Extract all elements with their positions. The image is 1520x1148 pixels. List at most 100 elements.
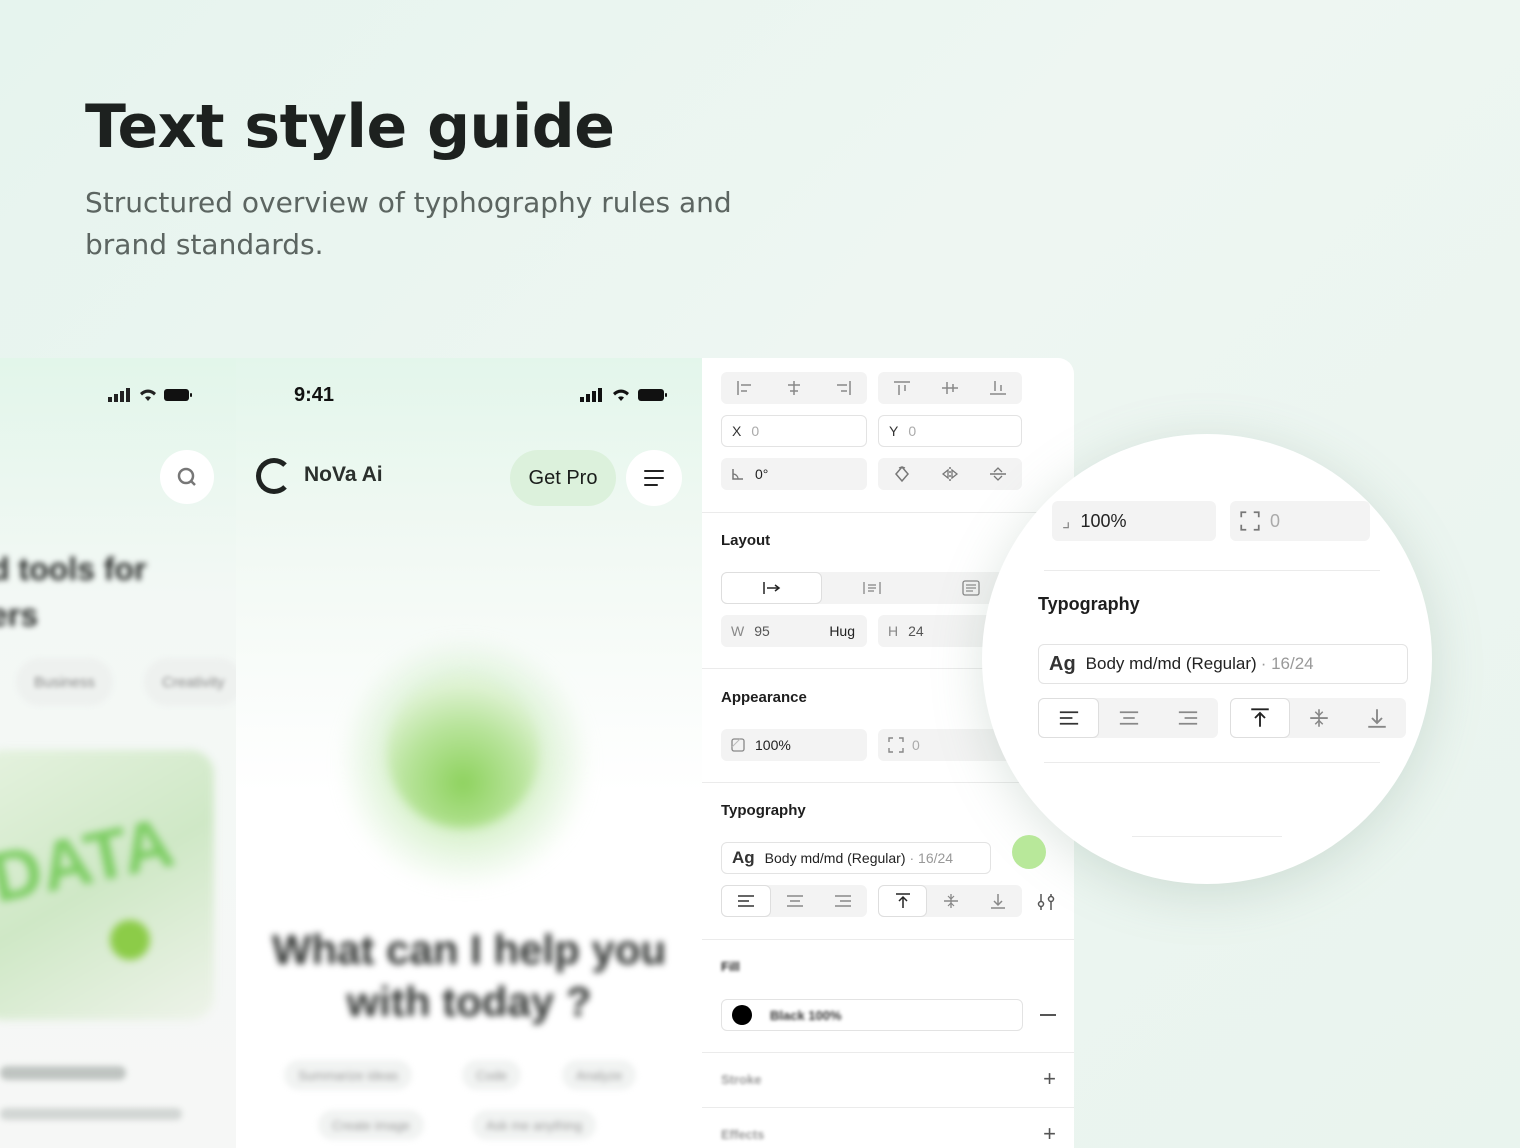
text-align-left-icon[interactable] <box>1038 698 1100 738</box>
suggestion-chip[interactable]: Create image <box>318 1110 425 1140</box>
width-field[interactable]: W 95 Hug <box>721 615 867 647</box>
lens-opacity-value: 100% <box>1080 510 1127 531</box>
text-align-left-icon[interactable] <box>721 885 771 917</box>
menu-icon-bar <box>644 477 664 479</box>
lens-typography-title: Typography <box>1038 594 1140 614</box>
x-label: X <box>732 423 742 439</box>
ai-orb[interactable] <box>388 678 538 828</box>
placeholder-line <box>0 1108 182 1120</box>
divider <box>1044 762 1380 763</box>
x-position-field[interactable]: X 0 <box>721 415 867 447</box>
text-align-group <box>721 885 867 917</box>
left-heading-line2: ers <box>0 597 39 633</box>
vertical-align-group <box>878 372 1022 404</box>
typography-title: Typography <box>721 802 806 819</box>
remove-fill-icon[interactable] <box>1040 1014 1056 1016</box>
lens-text-style-name: Body md/md (Regular) <box>1085 654 1257 673</box>
get-pro-button[interactable]: Get Pro <box>510 450 616 506</box>
fill-field[interactable]: Black 100% <box>721 999 1023 1031</box>
question-line1: What can I help you <box>271 926 667 973</box>
chip-creativity[interactable]: Creativity <box>144 658 236 706</box>
lens-opacity-icon: ⌟ <box>1062 510 1071 531</box>
align-center-h-icon[interactable] <box>770 372 819 404</box>
align-left-icon[interactable] <box>721 372 770 404</box>
layout-horizontal-icon[interactable] <box>721 572 823 604</box>
signal-icon <box>580 388 602 402</box>
suggestion-chip[interactable]: Summarize ideas <box>284 1060 413 1090</box>
height-value: 24 <box>908 623 924 639</box>
search-button[interactable] <box>160 450 214 504</box>
text-align-bottom-icon[interactable] <box>1348 698 1406 738</box>
text-align-center-icon[interactable] <box>1099 698 1158 738</box>
text-settings-icon[interactable] <box>1036 892 1056 917</box>
text-style-meta: · 16/24 <box>909 850 954 866</box>
menu-button[interactable] <box>626 450 682 506</box>
card-ball <box>110 920 150 960</box>
add-stroke-icon[interactable]: + <box>1043 1066 1056 1092</box>
width-value: 95 <box>754 623 770 639</box>
width-label: W <box>731 623 745 639</box>
y-label: Y <box>889 423 899 439</box>
text-align-right-icon[interactable] <box>819 885 867 917</box>
divider <box>702 1052 1074 1053</box>
appearance-title: Appearance <box>721 689 807 706</box>
rotation-value: 0° <box>755 466 769 482</box>
battery-icon <box>164 389 192 401</box>
add-effect-icon[interactable]: + <box>1043 1121 1056 1147</box>
divider <box>702 1107 1074 1108</box>
text-align-right-icon[interactable] <box>1159 698 1218 738</box>
text-align-center-icon[interactable] <box>771 885 819 917</box>
layout-title: Layout <box>721 532 771 549</box>
text-style-field[interactable]: Ag Body md/md (Regular) · 16/24 <box>721 842 991 874</box>
opacity-field[interactable]: 100% <box>721 729 867 761</box>
brand-name: NoVa Ai <box>304 463 383 486</box>
corner-radius-icon <box>1240 511 1260 531</box>
rotation-field[interactable]: 0° <box>721 458 867 490</box>
radius-value: 0 <box>912 737 920 753</box>
align-top-icon[interactable] <box>878 372 926 404</box>
rotate-icon[interactable] <box>878 458 926 490</box>
text-align-middle-icon[interactable] <box>1290 698 1348 738</box>
fill-swatch[interactable] <box>732 1005 752 1025</box>
suggestion-chip[interactable]: Ask me anything <box>472 1110 597 1140</box>
width-mode[interactable]: Hug <box>829 623 855 639</box>
suggestion-chip[interactable]: Analyze <box>562 1060 637 1090</box>
corner-radius-icon <box>888 737 904 753</box>
lens-text-vertical-align-group <box>1230 698 1406 738</box>
lens-radius-value: 0 <box>1270 510 1281 531</box>
lens-text-align-group <box>1038 698 1218 738</box>
align-right-icon[interactable] <box>818 372 867 404</box>
text-align-top-icon[interactable] <box>1230 698 1290 738</box>
fill-value: Black 100% <box>770 1007 842 1023</box>
layout-mode-group <box>721 572 1021 604</box>
suggestion-chip[interactable]: Code <box>462 1060 522 1090</box>
status-icons <box>580 388 668 402</box>
magnifier-lens: ⌟ 100% 0 Typography Ag Body md/md (Regul… <box>982 434 1432 884</box>
left-heading-line1: d tools for <box>0 551 147 587</box>
phone-left-preview: d tools for ers Business Creativity DATA <box>0 358 236 1148</box>
fill-title: Fill <box>721 959 740 974</box>
signal-icon <box>108 388 130 402</box>
layout-fill-icon[interactable] <box>822 572 921 604</box>
page-title: Text style guide <box>85 92 615 162</box>
feature-card[interactable]: DATA <box>0 750 214 1020</box>
wifi-icon <box>140 389 156 401</box>
chip-business[interactable]: Business <box>16 658 113 706</box>
lens-text-style-meta: · 16/24 <box>1260 654 1314 673</box>
align-middle-icon[interactable] <box>926 372 974 404</box>
flip-horizontal-icon[interactable] <box>926 458 974 490</box>
text-align-middle-icon[interactable] <box>927 885 974 917</box>
opacity-value: 100% <box>755 737 791 753</box>
lens-radius-field[interactable]: 0 <box>1230 501 1370 541</box>
battery-icon <box>638 389 667 401</box>
text-align-top-icon[interactable] <box>878 885 928 917</box>
divider <box>1044 570 1380 571</box>
align-bottom-icon[interactable] <box>974 372 1022 404</box>
search-icon <box>177 467 196 486</box>
text-align-bottom-icon[interactable] <box>975 885 1022 917</box>
stroke-title: Stroke <box>721 1072 762 1087</box>
left-heading: d tools for ers <box>0 546 146 638</box>
lens-opacity-field[interactable]: ⌟ 100% <box>1052 501 1216 541</box>
lens-text-style-field[interactable]: Ag Body md/md (Regular) · 16/24 <box>1038 644 1408 684</box>
status-icons <box>108 388 192 402</box>
